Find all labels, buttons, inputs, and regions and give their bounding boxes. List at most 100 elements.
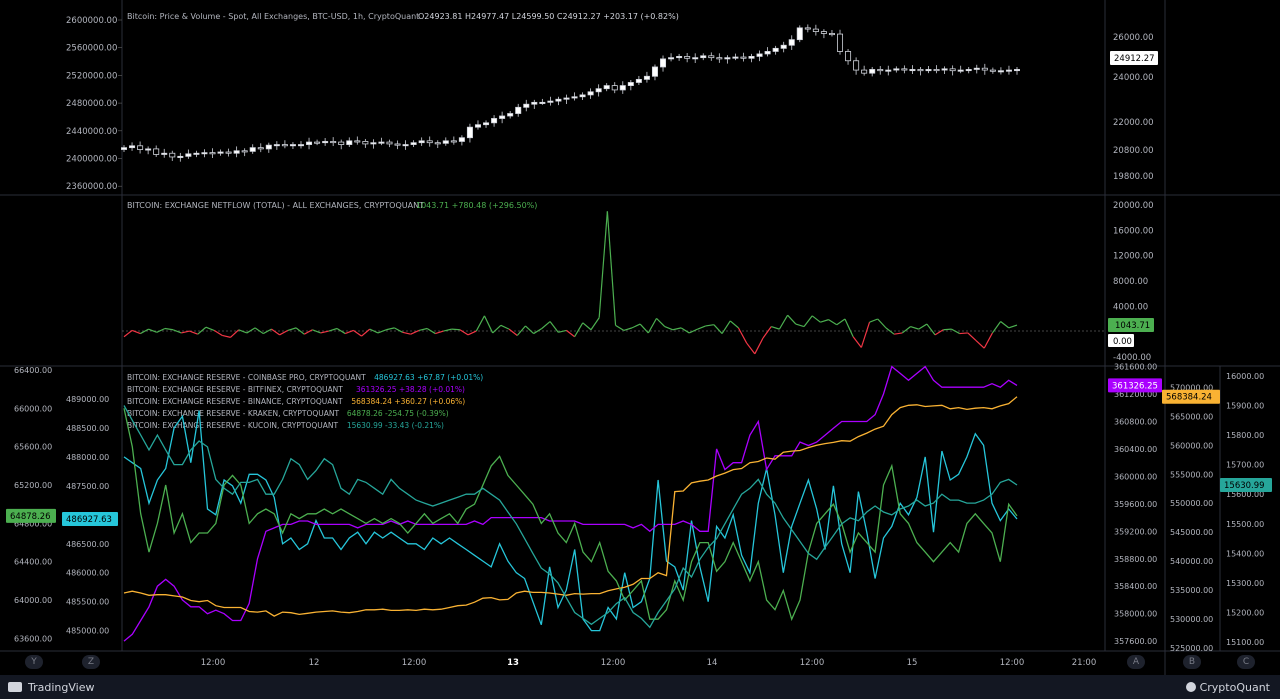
- reserve-tick: 535000.00: [1170, 586, 1213, 595]
- price-right-tick: 24000.00: [1113, 73, 1154, 83]
- reserve-tick: 15100.00: [1226, 638, 1264, 647]
- netflow-tick: 8000.00: [1113, 277, 1148, 287]
- time-tick: 13: [507, 658, 519, 668]
- reserve-tick: 488500.00: [66, 424, 109, 433]
- netflow-tick: 20000.00: [1113, 201, 1154, 211]
- price-right-tick: 26000.00: [1113, 33, 1154, 43]
- price-left-tick: 2520000.00: [66, 71, 117, 81]
- reserve-legend-name: BITCOIN: EXCHANGE RESERVE - KRAKEN, CRYP…: [127, 409, 340, 418]
- reserve-tick: 15400.00: [1226, 549, 1264, 558]
- netflow-last-badge: 1043.71: [1108, 318, 1154, 332]
- time-tick: 15: [907, 658, 918, 668]
- reserve-legend-name: BITCOIN: EXCHANGE RESERVE - KUCOIN, CRYP…: [127, 421, 338, 430]
- z-axis-button[interactable]: Z: [82, 655, 100, 669]
- reserve-tick: 66000.00: [14, 404, 52, 413]
- reserve-legend-readout: 15630.99 -33.43 (-0.21%): [347, 421, 444, 430]
- reserve-tick: 358000.00: [1114, 610, 1157, 619]
- reserve-tick: 15300.00: [1226, 579, 1264, 588]
- b-axis-button[interactable]: B: [1183, 655, 1201, 669]
- last-price-label: 24912.27: [1114, 54, 1155, 64]
- tradingview-brand[interactable]: TradingView: [0, 681, 102, 694]
- a-axis-button[interactable]: A: [1127, 655, 1145, 669]
- reserve-tick: 359200.00: [1114, 527, 1157, 536]
- netflow-readout: 1043.71 +780.48 (+296.50%): [416, 201, 537, 210]
- reserve-tick: 15200.00: [1226, 609, 1264, 618]
- time-tick: 12:00: [601, 658, 626, 668]
- reserve-tick: 565000.00: [1170, 412, 1213, 421]
- time-tick: 12:00: [201, 658, 226, 668]
- time-tick: 12:00: [1000, 658, 1025, 668]
- reserve-tick: 360000.00: [1114, 472, 1157, 481]
- tradingview-label: TradingView: [28, 680, 95, 694]
- netflow-pane-title: BITCOIN: EXCHANGE NETFLOW (TOTAL) - ALL …: [127, 201, 424, 210]
- reserve-tick: 358800.00: [1114, 555, 1157, 564]
- reserve-tick: 488000.00: [66, 453, 109, 462]
- price-left-tick: 2480000.00: [66, 99, 117, 109]
- reserve-tick: 15900.00: [1226, 401, 1264, 410]
- reserve-legend-readout: 64878.26 -254.75 (-0.39%): [347, 409, 449, 418]
- reserve-tick: 485500.00: [66, 598, 109, 607]
- reserve-tick: 358400.00: [1114, 582, 1157, 591]
- reserve-tick: 360400.00: [1114, 445, 1157, 454]
- reserve-legend-name: BITCOIN: EXCHANGE RESERVE - BINANCE, CRY…: [127, 397, 343, 406]
- reserve-tick: 361600.00: [1114, 363, 1157, 372]
- reserve-tick: 15500.00: [1226, 520, 1264, 529]
- netflow-zero-label: 0.00: [1113, 337, 1132, 347]
- cryptoquant-logo-icon: [1185, 682, 1196, 692]
- price-ohlc-readout: O24923.81 H24977.47 L24599.50 C24912.27 …: [418, 12, 679, 21]
- price-candle: [796, 25, 803, 43]
- reserve-tick: 65600.00: [14, 443, 52, 452]
- footer-bar: TradingView CryptoQuant: [0, 675, 1280, 699]
- netflow-last-label: 1043.71: [1115, 321, 1150, 331]
- price-left-tick: 2600000.00: [66, 16, 117, 26]
- time-tick: 12:00: [800, 658, 825, 668]
- netflow-segment: [451, 328, 460, 331]
- reserve-tick: 485000.00: [66, 627, 109, 636]
- cryptoquant-brand[interactable]: CryptoQuant: [1185, 680, 1280, 694]
- reserve-tick: 15700.00: [1226, 461, 1264, 470]
- reserve-tick: 525000.00: [1170, 644, 1213, 653]
- reserve-last-badge: 64878.26: [6, 508, 56, 523]
- time-tick: 12: [309, 658, 320, 668]
- price-right-tick: 19800.00: [1113, 172, 1154, 182]
- reserve-tick: 545000.00: [1170, 528, 1213, 537]
- reserve-last-label: 568384.24: [1166, 393, 1212, 403]
- reserve-last-badge: 568384.24: [1162, 389, 1220, 404]
- reserve-tick: 64000.00: [14, 596, 52, 605]
- price-pane-title: Bitcoin: Price & Volume - Spot, All Exch…: [127, 12, 419, 21]
- price-right-tick: 22000.00: [1113, 118, 1154, 128]
- reserve-last-badge: 486927.63: [62, 512, 118, 527]
- c-axis-button[interactable]: C: [1237, 655, 1255, 669]
- netflow-tick: 16000.00: [1113, 226, 1154, 236]
- time-tick: 12:00: [402, 658, 427, 668]
- reserve-tick: 66400.00: [14, 366, 52, 375]
- y-axis-button[interactable]: Y: [25, 655, 43, 669]
- price-right-tick: 20800.00: [1113, 146, 1154, 156]
- reserve-tick: 560000.00: [1170, 441, 1213, 450]
- reserve-legend-name: BITCOIN: EXCHANGE RESERVE - COINBASE PRO…: [127, 373, 366, 382]
- reserve-tick: 530000.00: [1170, 615, 1213, 624]
- reserve-last-label: 64878.26: [10, 512, 51, 522]
- reserve-tick: 357600.00: [1114, 637, 1157, 646]
- netflow-tick: 12000.00: [1113, 252, 1154, 262]
- reserve-tick: 540000.00: [1170, 557, 1213, 566]
- reserve-last-label: 15630.99: [1224, 481, 1265, 491]
- reserve-tick: 550000.00: [1170, 499, 1213, 508]
- netflow-tick: -4000.00: [1113, 353, 1151, 363]
- reserve-tick: 486000.00: [66, 569, 109, 578]
- reserve-tick: 360800.00: [1114, 417, 1157, 426]
- tradingview-logo-icon: [8, 682, 22, 692]
- reserve-last-badge: 15630.99: [1220, 478, 1272, 493]
- cryptoquant-label: CryptoQuant: [1199, 680, 1270, 694]
- chart-canvas[interactable]: Bitcoin: Price & Volume - Spot, All Exch…: [0, 0, 1280, 699]
- reserve-tick: 15800.00: [1226, 431, 1264, 440]
- price-left-tick: 2360000.00: [66, 182, 117, 192]
- netflow-segment: [959, 332, 968, 335]
- netflow-tick: 4000.00: [1113, 302, 1148, 312]
- reserve-tick: 487500.00: [66, 482, 109, 491]
- reserve-tick: 359600.00: [1114, 500, 1157, 509]
- netflow-segment: [943, 328, 952, 331]
- reserve-last-badge: 361326.25: [1108, 378, 1162, 393]
- reserve-last-label: 486927.63: [66, 515, 112, 525]
- time-tick: 14: [707, 658, 718, 668]
